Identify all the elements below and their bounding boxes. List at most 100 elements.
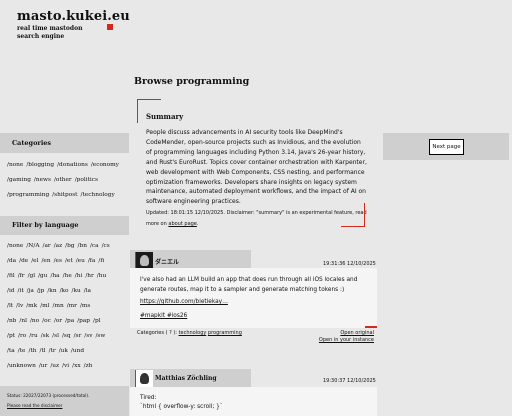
category-link-economy[interactable]: /economy [91,158,119,173]
open-original-link[interactable]: Open original [300,330,374,336]
language-link-fi[interactable]: /fi [98,254,104,269]
language-row: /nb/nl/no/oc/or/pa/pap/pl [7,314,113,329]
language-link-pl[interactable]: /pl [93,314,101,329]
category-link-technology[interactable]: /technology [81,188,115,203]
language-link-sk[interactable]: /sk [41,329,49,344]
language-link-xx[interactable]: /xx [72,359,81,374]
language-link-az[interactable]: /az [54,239,62,254]
language-link-sr[interactable]: /sr [74,329,82,344]
language-link-none[interactable]: /none [7,239,23,254]
language-link-und[interactable]: /und [71,344,84,359]
post-hashtags[interactable]: #mapkit #ios26 [140,313,187,319]
language-link-pt[interactable]: /pt [7,329,15,344]
language-link-pa[interactable]: /pa [65,314,74,329]
post-url[interactable]: https://github.com/bietiekay… [140,299,228,305]
language-link-mk[interactable]: /mk [26,299,37,314]
language-link-sq[interactable]: /sq [62,329,71,344]
language-link-fil[interactable]: /fil [7,269,15,284]
language-link-tl[interactable]: /tl [40,344,46,359]
category-link-programming[interactable]: /programming [7,188,49,203]
language-link-nb[interactable]: /nb [7,314,16,329]
language-link-en[interactable]: /en [41,254,50,269]
language-link-fr[interactable]: /fr [18,269,25,284]
language-link-ml[interactable]: /ml [40,299,49,314]
language-link-et[interactable]: /et [65,254,73,269]
language-link-ta[interactable]: /ta [7,344,15,359]
language-row: /none/N/A/ar/az/bg/bn/ca/cs [7,239,113,254]
language-link-uz[interactable]: /uz [50,359,59,374]
language-link-ca[interactable]: /ca [90,239,99,254]
open-instance-link[interactable]: Open in your instance [300,337,374,343]
language-row: /unknown/ur/uz/vi/xx/zh [7,359,113,374]
disclaimer-link[interactable]: Please read the disclaimer [7,401,122,411]
language-link-hu[interactable]: /hu [97,269,106,284]
avatar[interactable] [135,370,153,388]
language-link-lt[interactable]: /lt [7,299,13,314]
language-link-or[interactable]: /or [54,314,62,329]
language-link-fa[interactable]: /fa [88,254,96,269]
language-link-uk[interactable]: /uk [59,344,68,359]
language-link-kn[interactable]: /kn [47,284,56,299]
language-link-jp[interactable]: /jp [37,284,44,299]
category-link-none[interactable]: /none [7,158,23,173]
language-link-ja[interactable]: /ja [27,284,34,299]
post-author[interactable]: ダニエル [155,257,179,266]
category-link-donations[interactable]: /donations [57,158,88,173]
language-link-lv[interactable]: /lv [16,299,23,314]
category-link-news[interactable]: /news [34,173,51,188]
language-link-it[interactable]: /it [18,284,24,299]
category-link-shitpost[interactable]: /shitpost [52,188,77,203]
language-link-cs[interactable]: /cs [102,239,110,254]
language-link-es[interactable]: /es [54,254,62,269]
language-link-da[interactable]: /da [7,254,16,269]
post-author[interactable]: Matthias Zöchling [155,375,217,382]
language-link-ko[interactable]: /ko [60,284,69,299]
language-link-la[interactable]: /la [84,284,91,299]
language-link-ku[interactable]: /ku [72,284,81,299]
category-link-technology[interactable]: technology [179,330,207,336]
language-link-ur[interactable]: /ur [39,359,47,374]
language-link-te[interactable]: /te [18,344,26,359]
about-page-link[interactable]: about page [168,221,197,227]
language-link-oc[interactable]: /oc [42,314,51,329]
language-link-th[interactable]: /th [28,344,36,359]
language-link-pap[interactable]: /pap [77,314,90,329]
language-link-sw[interactable]: /sw [95,329,105,344]
category-link-other[interactable]: /other [54,173,72,188]
language-link-ru[interactable]: /ru [29,329,37,344]
site-title[interactable]: masto.kukei.eu [17,9,130,24]
language-link-tr[interactable]: /tr [49,344,56,359]
language-link-bg[interactable]: /bg [65,239,74,254]
category-link-programming[interactable]: programming [208,330,242,336]
language-link-eu[interactable]: /eu [76,254,85,269]
language-link-n-a[interactable]: /N/A [26,239,39,254]
language-link-nl[interactable]: /nl [19,314,27,329]
language-link-sv[interactable]: /sv [84,329,92,344]
category-row: /gaming/news/other/politics [7,173,122,188]
category-link-politics[interactable]: /politics [75,173,98,188]
language-link-mn[interactable]: /mn [53,299,64,314]
language-link-gl[interactable]: /gl [28,269,36,284]
language-link-zh[interactable]: /zh [84,359,93,374]
next-page-button[interactable]: Next page [429,139,464,155]
language-link-ar[interactable]: /ar [43,239,51,254]
language-link-hr[interactable]: /hr [85,269,93,284]
language-link-no[interactable]: /no [30,314,39,329]
language-link-he[interactable]: /he [63,269,72,284]
language-link-sl[interactable]: /sl [52,329,59,344]
language-link-de[interactable]: /de [19,254,28,269]
language-link-ha[interactable]: /ha [51,269,60,284]
category-link-blogging[interactable]: /blogging [26,158,54,173]
language-link-mr[interactable]: /mr [67,299,77,314]
category-link-gaming[interactable]: /gaming [7,173,31,188]
language-link-ms[interactable]: /ms [80,299,90,314]
language-link-bn[interactable]: /bn [78,239,87,254]
language-link-ro[interactable]: /ro [18,329,26,344]
language-link-el[interactable]: /el [31,254,38,269]
language-link-id[interactable]: /id [7,284,15,299]
language-link-unknown[interactable]: /unknown [7,359,36,374]
language-link-hi[interactable]: /hi [75,269,83,284]
language-link-vi[interactable]: /vi [62,359,69,374]
site-logo[interactable]: masto.kukei.eu real time mastodon search… [17,9,130,40]
language-link-gu[interactable]: /gu [38,269,47,284]
